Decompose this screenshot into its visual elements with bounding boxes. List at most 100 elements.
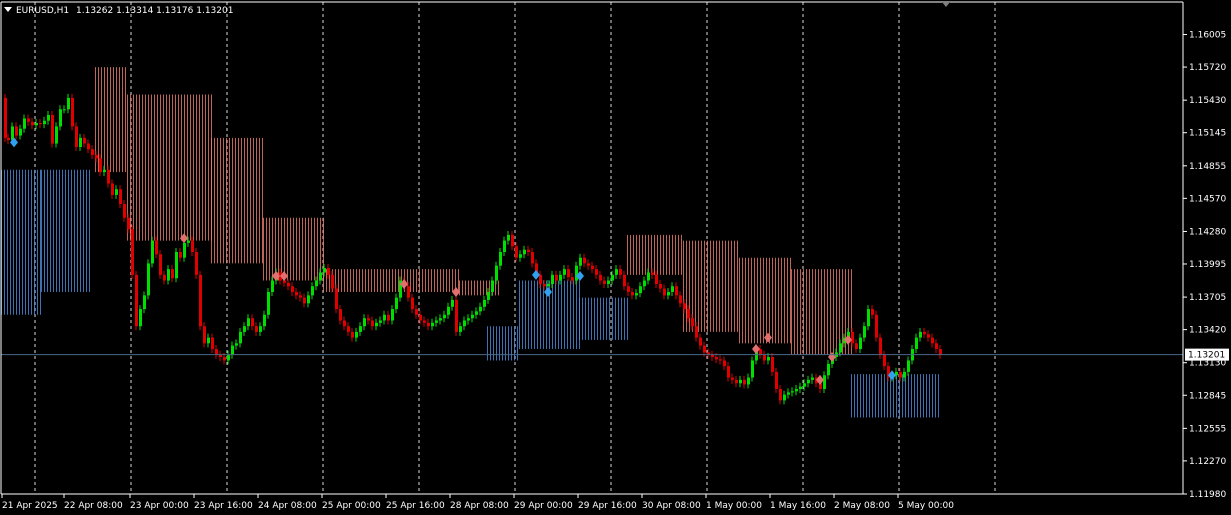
symbol-label: EURUSD,H1 xyxy=(16,6,69,16)
candle-body xyxy=(907,360,910,372)
candle-body xyxy=(291,286,294,292)
candle-body xyxy=(39,123,42,125)
candle-body xyxy=(731,377,734,380)
candle-body xyxy=(431,322,434,327)
candle-body xyxy=(611,274,614,281)
candle-body xyxy=(427,322,430,327)
candle-body xyxy=(259,326,262,332)
candle-body xyxy=(651,272,654,275)
candle-body xyxy=(191,240,194,252)
candle-body xyxy=(479,306,482,312)
candle-body xyxy=(519,254,522,258)
candle-body xyxy=(763,354,766,361)
candle-body xyxy=(463,320,466,327)
x-tick-label: 28 Apr 08:00 xyxy=(450,501,509,511)
candle-body xyxy=(671,286,674,292)
candle-body xyxy=(251,318,254,327)
x-tick-label: 21 Apr 2025 xyxy=(2,501,58,511)
candle-body xyxy=(631,291,634,296)
candle-body xyxy=(411,297,414,310)
candle-body xyxy=(179,251,182,258)
candle-body xyxy=(647,272,650,281)
candle-body xyxy=(727,366,730,378)
y-tick-label: 1.13995 xyxy=(1189,260,1226,270)
candle-body xyxy=(435,320,438,323)
candle-body xyxy=(807,379,810,384)
candle-body xyxy=(879,337,882,355)
candle-body xyxy=(927,334,930,338)
candle-body xyxy=(335,288,338,310)
candle-body xyxy=(759,349,762,355)
candle-body xyxy=(235,343,238,346)
candle-body xyxy=(143,295,146,310)
candle-body xyxy=(283,280,286,283)
candle-body xyxy=(899,371,902,378)
y-tick-label: 1.14280 xyxy=(1189,227,1226,237)
candle-body xyxy=(795,388,798,392)
candle-body xyxy=(159,254,162,275)
candle-body xyxy=(207,337,210,344)
candle-body xyxy=(131,229,134,275)
candle-body xyxy=(31,121,34,126)
candle-body xyxy=(547,283,550,287)
candle-body xyxy=(771,357,774,372)
candle-body xyxy=(823,375,826,389)
candle-body xyxy=(619,269,622,275)
candle-body xyxy=(931,337,934,344)
x-tick-label: 5 May 00:00 xyxy=(898,501,954,511)
candle-body xyxy=(511,234,514,247)
candle-body xyxy=(739,379,742,384)
candle-body xyxy=(419,314,422,321)
candle-body xyxy=(103,169,106,173)
candle-body xyxy=(211,337,214,350)
candle-body xyxy=(523,249,526,255)
candle-body xyxy=(59,109,62,127)
candle-body xyxy=(799,386,802,389)
candle-body xyxy=(415,309,418,315)
candle-body xyxy=(751,360,754,378)
chart-canvas[interactable]: 1.16005 1.15720 1.15430 1.15145 1.14855 1.145… xyxy=(0,0,1231,515)
candle-body xyxy=(935,343,938,350)
candle-body xyxy=(79,137,82,147)
candle-body xyxy=(507,234,510,241)
candle-body xyxy=(859,337,862,350)
candle-body xyxy=(35,123,38,126)
candle-body xyxy=(703,345,706,353)
candle-body xyxy=(579,257,582,266)
candle-body xyxy=(363,318,366,327)
candle-body xyxy=(539,274,542,284)
candle-body xyxy=(863,326,866,338)
candle-body xyxy=(439,318,442,321)
candle-body xyxy=(551,274,554,284)
candle-body xyxy=(867,309,870,327)
candle-body xyxy=(903,371,906,378)
y-tick-label: 1.16005 xyxy=(1189,31,1226,41)
candle-body xyxy=(567,269,570,278)
candle-body xyxy=(503,240,506,252)
candle-body xyxy=(171,269,174,279)
candle-body xyxy=(595,269,598,275)
candle-body xyxy=(347,326,350,332)
candle-body xyxy=(599,274,602,281)
y-tick-label: 1.14855 xyxy=(1189,162,1226,172)
candle-body xyxy=(735,379,738,384)
candle-body xyxy=(531,251,534,264)
candle-body xyxy=(387,314,390,321)
candle-body xyxy=(87,143,90,150)
candle-body xyxy=(719,359,722,361)
candle-body xyxy=(839,343,842,353)
candle-body xyxy=(623,274,626,287)
candle-body xyxy=(23,118,26,129)
candle-body xyxy=(471,314,474,319)
candle-body xyxy=(123,204,126,218)
candle-body xyxy=(215,349,218,355)
price-chart[interactable]: 1.16005 1.15720 1.15430 1.15145 1.14855 1.145… xyxy=(0,0,1231,515)
candle-body xyxy=(247,318,250,327)
x-tick-label: 29 Apr 00:00 xyxy=(514,501,573,511)
candle-body xyxy=(195,251,198,275)
candle-body xyxy=(27,118,30,122)
candle-body xyxy=(359,326,362,332)
x-tick-label: 23 Apr 00:00 xyxy=(130,501,189,511)
x-tick-label: 25 Apr 16:00 xyxy=(386,501,445,511)
candle-body xyxy=(679,295,682,304)
